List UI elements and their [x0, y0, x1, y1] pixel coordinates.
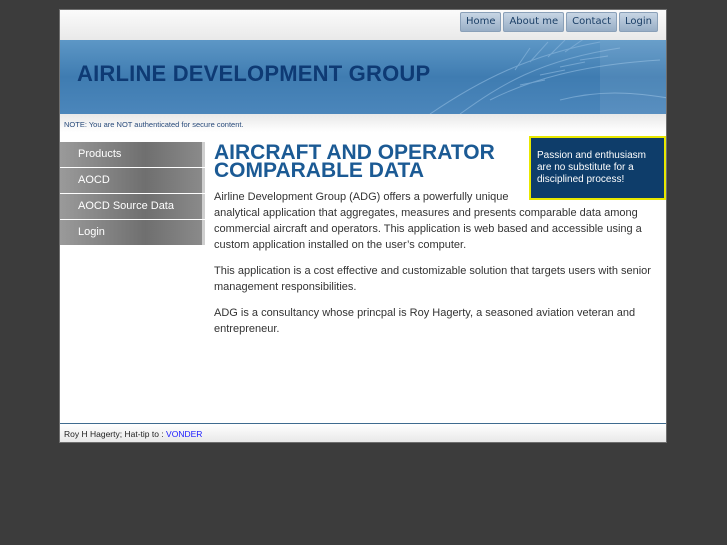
footer: Roy H Hagerty; Hat-tip to : VONDER [60, 423, 666, 442]
sidebar-item-aocd[interactable]: AOCD [60, 168, 205, 193]
site-title: AIRLINE DEVELOPMENT GROUP [77, 61, 431, 86]
auth-note: NOTE: You are NOT authenticated for secu… [64, 120, 244, 129]
top-bar: Home About me Contact Login [60, 10, 666, 41]
main-content: Passion and enthusiasm are no substitute… [214, 136, 666, 347]
auth-note-strip: NOTE: You are NOT authenticated for secu… [60, 114, 666, 132]
consultancy-paragraph: ADG is a consultancy whose princpal is R… [214, 307, 636, 335]
sidebar-item-login[interactable]: Login [60, 220, 205, 245]
nav-contact-button[interactable]: Contact [566, 12, 618, 32]
page-container: Home About me Contact Login AIRLINE DEVE… [59, 9, 667, 443]
sidebar-item-aocd-source-data[interactable]: AOCD Source Data [60, 194, 205, 219]
top-nav: Home About me Contact Login [458, 12, 658, 32]
nav-login-button[interactable]: Login [619, 12, 658, 32]
footer-credit: Roy H Hagerty; Hat-tip to : [64, 429, 167, 439]
sidebar-item-products[interactable]: Products [60, 142, 205, 167]
header-banner: AIRLINE DEVELOPMENT GROUP [60, 40, 666, 114]
solution-paragraph: This application is a cost effective and… [214, 265, 651, 293]
footer-vonder-link[interactable]: VONDER [166, 429, 202, 439]
sidebar-nav: Products AOCD AOCD Source Data Login [60, 142, 205, 246]
nav-about-button[interactable]: About me [503, 12, 565, 32]
nav-home-button[interactable]: Home [459, 12, 502, 32]
page-heading: AIRCRAFT AND OPERATOR COMPARABLE DATA [214, 141, 495, 182]
quote-callout: Passion and enthusiasm are no substitute… [529, 136, 666, 200]
